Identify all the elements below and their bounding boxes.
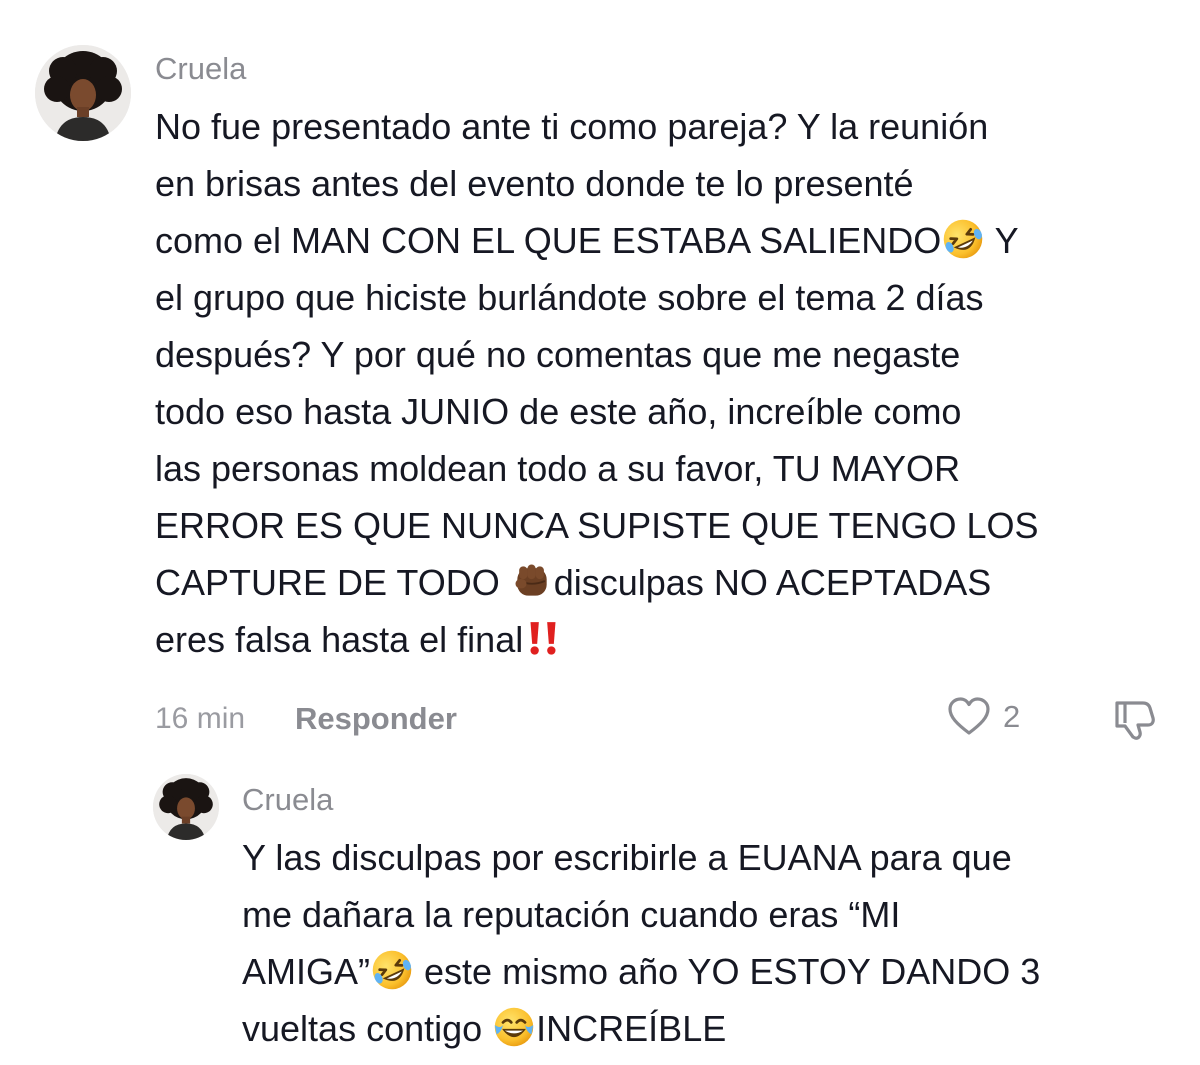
comment-line: CAPTURE DE TODO disculpas NO ACEPTADAS [155, 554, 1039, 611]
comment-line-text: CAPTURE DE TODO [155, 562, 500, 603]
rolling-on-floor-laughing-emoji-icon [370, 948, 414, 992]
comment-line-text: vueltas contigo [242, 1008, 483, 1049]
comment-line: Y las disculpas por escribirle a EUANA p… [242, 837, 1012, 878]
comment-text: No fue presentado ante ti como pareja? Y… [155, 98, 1039, 668]
comment-line: AMIGA” este mismo año YO ESTOY DANDO 3 [242, 943, 1040, 1000]
comment-line-text: este mismo año YO ESTOY DANDO 3 [424, 951, 1041, 992]
avatar-image [35, 45, 131, 141]
rolling-on-floor-laughing-emoji-icon [941, 217, 985, 261]
comment-line: en brisas antes del evento donde te lo p… [155, 163, 914, 204]
face-with-tears-of-joy-emoji-icon [492, 1005, 536, 1049]
dislike-icon[interactable] [1111, 697, 1159, 741]
avatar[interactable] [153, 774, 219, 840]
like-button[interactable]: 2 [947, 697, 1020, 737]
avatar-image [153, 774, 219, 840]
comment-line: el grupo que hiciste burlándote sobre el… [155, 277, 984, 318]
comment-text: Y las disculpas por escribirle a EUANA p… [242, 829, 1040, 1057]
comment-line-text: eres falsa hasta el final [155, 619, 524, 660]
comment-line: No fue presentado ante ti como pareja? Y… [155, 106, 989, 147]
comment-line: después? Y por qué no comentas que me ne… [155, 334, 961, 375]
reply-button[interactable]: Responder [295, 703, 457, 734]
comment-line: todo eso hasta JUNIO de este año, increí… [155, 391, 962, 432]
comment-line: vueltas contigo INCREÍBLE [242, 1000, 1040, 1057]
comment-line: las personas moldean todo a su favor, TU… [155, 448, 961, 489]
reply-comment-item: Cruela Y las disculpas por escribirle a … [0, 760, 1200, 1065]
avatar[interactable] [35, 45, 131, 141]
comment-username[interactable]: Cruela [242, 784, 333, 815]
double-exclamation-emoji-icon [523, 616, 563, 660]
comment-line-text: Y [994, 220, 1019, 261]
comment-timestamp: 16 min [155, 702, 246, 735]
fist-emoji-icon [510, 559, 554, 603]
like-count: 2 [1003, 699, 1021, 734]
comment-line: eres falsa hasta el final [155, 611, 1039, 668]
comment-line-text: disculpas NO ACEPTADAS [553, 562, 992, 603]
comment-line: me dañara la reputación cuando eras “MI [242, 894, 901, 935]
comment-line-text: AMIGA” [242, 951, 371, 992]
comment-username[interactable]: Cruela [155, 53, 246, 84]
comment-line-text: como el MAN CON EL QUE ESTABA SALIENDO [155, 220, 942, 261]
comment-line: ERROR ES QUE NUNCA SUPISTE QUE TENGO LOS [155, 505, 1039, 546]
comment-item: Cruela No fue presentado ante ti como pa… [0, 0, 1200, 750]
heart-icon[interactable] [947, 697, 991, 737]
comment-line: como el MAN CON EL QUE ESTABA SALIENDO Y [155, 212, 1039, 269]
comment-line-text: INCREÍBLE [536, 1008, 727, 1049]
